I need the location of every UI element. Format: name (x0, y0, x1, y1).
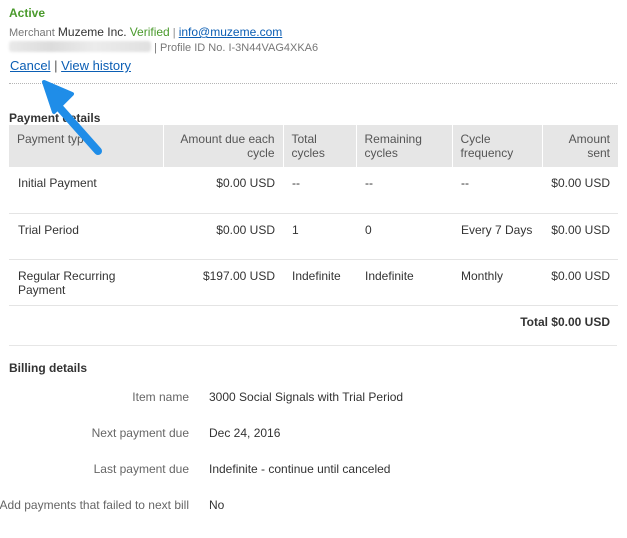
table-cell: -- (452, 167, 542, 214)
table-cell: 0 (356, 213, 452, 260)
billing-label: Item name (132, 390, 189, 404)
table-cell: Every 7 Days (452, 213, 542, 260)
merchant-email-link[interactable]: info@muzeme.com (179, 25, 283, 39)
merchant-label: Merchant (9, 27, 55, 39)
verified-badge: Verified (129, 25, 170, 39)
column-header: Amount sent (542, 125, 618, 167)
status-label: Active (9, 6, 46, 20)
column-header: Total cycles (283, 125, 357, 167)
payment-details-title: Payment details (9, 111, 101, 125)
table-header-row: Payment type Amount due each cycle Total… (9, 125, 618, 167)
billing-label: Next payment due (91, 426, 189, 440)
arrow-head (42, 80, 74, 114)
table-cell: -- (356, 167, 452, 214)
merchant-name: Muzeme Inc. (57, 25, 127, 39)
separator: | (54, 58, 58, 73)
table-cell: $0.00 USD (542, 259, 618, 306)
column-header: Remaining cycles (356, 125, 453, 167)
table-cell: Indefinite (356, 259, 452, 306)
table-cell: $0.00 USD (163, 167, 283, 214)
billing-value: 3000 Social Signals with Trial Period (209, 390, 404, 404)
billing-label: Add payments that failed to next bill (0, 498, 189, 512)
profile-line: | Profile ID No. I-3N44VAG4XKA6 (9, 41, 318, 54)
table-cell: Initial Payment (9, 167, 163, 214)
separator: | (172, 27, 176, 39)
column-header: Amount due each cycle (163, 125, 284, 167)
table-cell: $0.00 USD (542, 167, 618, 214)
table-cell: -- (283, 167, 356, 214)
billing-value: Dec 24, 2016 (209, 426, 281, 440)
table-cell: Indefinite (283, 259, 356, 306)
billing-label: Last payment due (93, 462, 189, 476)
redacted-text (9, 41, 151, 52)
cancel-link[interactable]: Cancel (10, 58, 50, 73)
payment-details-table: Payment type Amount due each cycle Total… (9, 125, 618, 339)
table-cell: $197.00 USD (163, 259, 283, 306)
table-cell: $0.00 USD (163, 213, 283, 260)
table-row: Initial Payment $0.00 USD -- -- -- $0.00… (9, 167, 618, 214)
view-history-link[interactable]: View history (61, 58, 131, 73)
table-row: Trial Period $0.00 USD 1 0 Every 7 Days … (9, 213, 618, 260)
table-row: Regular Recurring Payment $197.00 USD In… (9, 259, 618, 306)
billing-value: Indefinite - continue until canceled (209, 462, 391, 476)
total-row: Total $0.00 USD (9, 305, 618, 339)
table-cell: 1 (283, 213, 356, 260)
table-cell: Regular Recurring Payment (9, 259, 163, 306)
table-cell: Monthly (452, 259, 542, 306)
profile-actions: Cancel | View history (10, 58, 131, 73)
column-header: Cycle frequency (452, 125, 543, 167)
billing-value: No (209, 498, 225, 512)
separator: | (154, 42, 157, 54)
column-header: Payment type (9, 125, 164, 167)
total-amount: Total $0.00 USD (520, 314, 610, 329)
profile-id: Profile ID No. I-3N44VAG4XKA6 (159, 42, 319, 54)
billing-details-title: Billing details (9, 361, 88, 375)
divider (9, 345, 617, 346)
table-cell: $0.00 USD (542, 213, 618, 260)
table-cell: Trial Period (9, 213, 163, 260)
merchant-line: Merchant Muzeme Inc. Verified | info@muz… (9, 25, 282, 39)
divider (9, 83, 617, 84)
